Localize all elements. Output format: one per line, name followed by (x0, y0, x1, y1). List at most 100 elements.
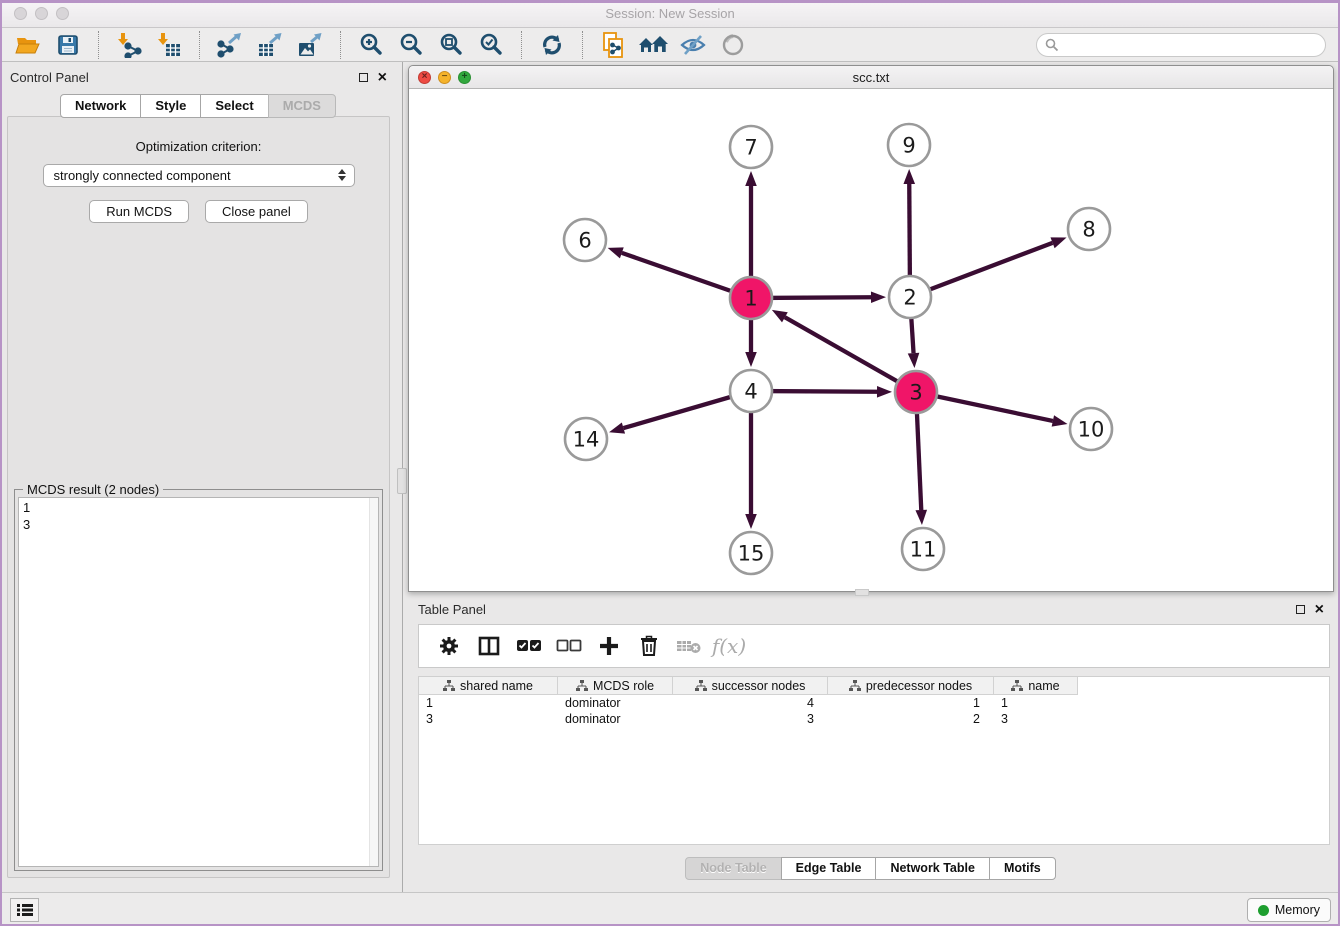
export-image-icon[interactable] (290, 30, 330, 60)
column-label: predecessor nodes (866, 679, 972, 693)
edge-arrowhead (903, 169, 915, 184)
network-graph-canvas[interactable]: 7968124314101511 (409, 89, 1333, 591)
close-panel-icon[interactable]: × (378, 73, 387, 82)
horizontal-splitter-grip[interactable] (855, 589, 869, 596)
toggle-panel-icon[interactable] (471, 628, 507, 664)
show-graphics-details-icon[interactable] (713, 30, 753, 60)
control-panel: Control Panel × NetworkStyleSelectMCDS O… (0, 64, 397, 882)
cell-successor-nodes[interactable]: 4 (673, 695, 828, 711)
edge-3-1[interactable] (785, 317, 916, 392)
cell-shared-name[interactable]: 3 (419, 711, 558, 727)
control-panel-title: Control Panel (10, 70, 89, 85)
edge-arrowhead (745, 514, 757, 529)
close-panel-button[interactable]: Close panel (205, 200, 308, 223)
close-table-panel-icon[interactable]: × (1315, 605, 1324, 614)
column-header-shared-name[interactable]: shared name (419, 677, 558, 695)
export-network-icon[interactable] (210, 30, 250, 60)
mcds-result-title: MCDS result (2 nodes) (23, 482, 163, 497)
function-builder-icon: f(x) (711, 628, 747, 664)
network-window-titlebar: × − + scc.txt (409, 66, 1333, 89)
zoom-selected-icon[interactable] (471, 30, 511, 60)
node-label-1: 1 (744, 287, 757, 311)
column-header-name[interactable]: name (994, 677, 1078, 695)
column-header-mcds-role[interactable]: MCDS role (558, 677, 673, 695)
zoom-out-icon[interactable] (391, 30, 431, 60)
titlebar: Session: New Session (0, 0, 1340, 28)
optimization-criterion-select[interactable]: strongly connected component (43, 164, 355, 187)
tab-style[interactable]: Style (140, 94, 201, 118)
table-row-1[interactable]: 3dominator323 (419, 711, 1329, 727)
select-stepper-icon (338, 169, 346, 181)
result-scrollbar[interactable] (369, 498, 378, 866)
column-type-icon (443, 680, 455, 691)
tab-motifs[interactable]: Motifs (989, 857, 1056, 880)
cell-mcds-role[interactable]: dominator (558, 711, 673, 727)
search-input[interactable] (1036, 33, 1326, 57)
tab-network-table[interactable]: Network Table (875, 857, 990, 880)
deselect-all-columns-icon[interactable] (551, 628, 587, 664)
save-session-icon[interactable] (48, 30, 88, 60)
duplicate-network-icon[interactable] (593, 30, 633, 60)
edge-arrowhead (1050, 237, 1066, 248)
column-label: MCDS role (593, 679, 654, 693)
cell-name[interactable]: 1 (994, 695, 1078, 711)
table-header-row: shared name MCDS role successor nodes prede… (419, 677, 1329, 695)
settings-gear-icon[interactable] (431, 628, 467, 664)
import-network-icon[interactable] (109, 30, 149, 60)
edge-arrowhead (871, 291, 886, 303)
cell-name[interactable]: 3 (994, 711, 1078, 727)
node-label-6: 6 (578, 229, 591, 253)
tab-select[interactable]: Select (200, 94, 268, 118)
apply-layout-icon[interactable] (532, 30, 572, 60)
delete-column-icon[interactable] (631, 628, 667, 664)
column-type-icon (849, 680, 861, 691)
tab-network[interactable]: Network (60, 94, 141, 118)
network-window-title: scc.txt (409, 70, 1333, 85)
tab-mcds[interactable]: MCDS (268, 94, 336, 118)
home-icon[interactable] (633, 30, 673, 60)
cell-predecessor-nodes[interactable]: 1 (828, 695, 994, 711)
run-mcds-button[interactable]: Run MCDS (89, 200, 189, 223)
delete-table-icon (671, 628, 707, 664)
table-panel-title: Table Panel (418, 602, 486, 617)
zoom-fit-icon[interactable] (431, 30, 471, 60)
column-type-icon (576, 680, 588, 691)
cell-mcds-role[interactable]: dominator (558, 695, 673, 711)
edge-2-8[interactable] (910, 243, 1053, 297)
import-table-icon[interactable] (149, 30, 189, 60)
memory-status-icon (1258, 905, 1269, 916)
splitter-grip[interactable] (397, 468, 407, 494)
cell-predecessor-nodes[interactable]: 2 (828, 711, 994, 727)
edge-arrowhead (745, 171, 757, 186)
edge-arrowhead (877, 386, 892, 398)
edge-arrowhead (915, 510, 927, 525)
search-icon (1045, 38, 1059, 52)
add-column-icon[interactable] (591, 628, 627, 664)
network-view-window: × − + scc.txt 7968124314101511 (408, 65, 1334, 592)
node-label-14: 14 (573, 428, 600, 452)
cell-successor-nodes[interactable]: 3 (673, 711, 828, 727)
export-table-icon[interactable] (250, 30, 290, 60)
cell-shared-name[interactable]: 1 (419, 695, 558, 711)
table-toolbar: f(x) (418, 624, 1330, 668)
task-history-button[interactable] (10, 898, 39, 922)
hide-graphics-details-icon[interactable] (673, 30, 713, 60)
optimization-criterion-value: strongly connected component (54, 168, 231, 183)
open-session-icon[interactable] (8, 30, 48, 60)
table-row-0[interactable]: 1dominator411 (419, 695, 1329, 711)
column-header-successor-nodes[interactable]: successor nodes (673, 677, 828, 695)
column-header-predecessor-nodes[interactable]: predecessor nodes (828, 677, 994, 695)
edge-arrowhead (772, 310, 788, 322)
float-panel-icon[interactable] (359, 73, 368, 82)
memory-button[interactable]: Memory (1247, 898, 1331, 922)
tab-edge-table[interactable]: Edge Table (781, 857, 877, 880)
node-label-3: 3 (909, 381, 922, 405)
node-label-8: 8 (1082, 218, 1095, 242)
mcds-result-text[interactable]: 1 3 (18, 497, 379, 867)
zoom-in-icon[interactable] (351, 30, 391, 60)
tab-node-table[interactable]: Node Table (685, 857, 781, 880)
control-panel-tabs: NetworkStyleSelectMCDS (0, 94, 397, 118)
float-table-panel-icon[interactable] (1296, 605, 1305, 614)
toolbar-separator (98, 31, 99, 59)
select-all-columns-icon[interactable] (511, 628, 547, 664)
